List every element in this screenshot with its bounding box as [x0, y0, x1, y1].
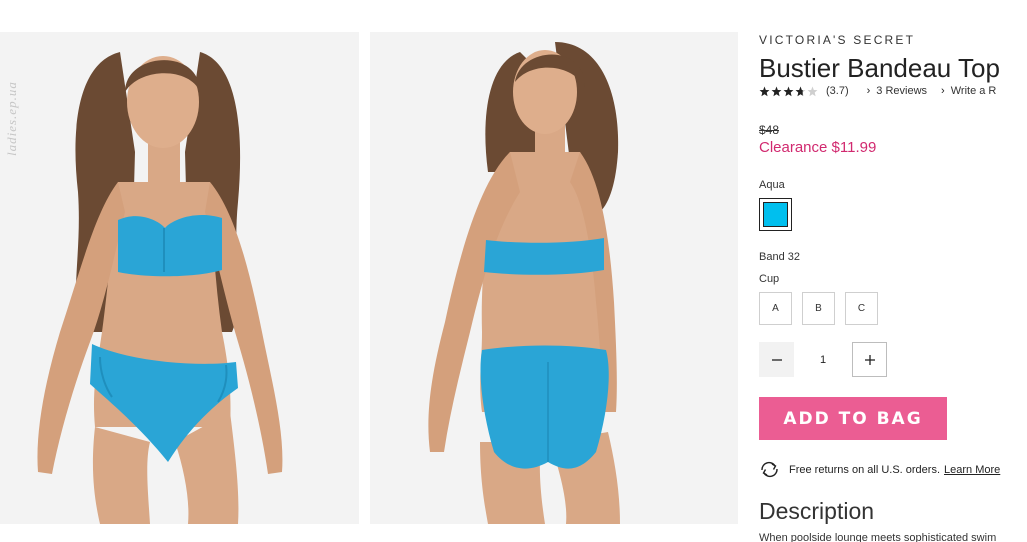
sale-price: Clearance $11.99	[759, 139, 877, 156]
star-empty-icon	[807, 86, 818, 96]
cup-size-selector: A B C	[759, 292, 878, 325]
chevron-right-icon: ›	[941, 85, 945, 97]
minus-icon	[771, 358, 782, 361]
model-back-illustration	[370, 32, 738, 524]
color-swatch-aqua[interactable]	[759, 198, 792, 231]
returns-icon	[761, 461, 778, 478]
color-label: Aqua	[759, 179, 785, 191]
cup-option-c[interactable]: C	[845, 292, 878, 325]
write-review-label: Write a R	[950, 85, 997, 97]
product-image-back[interactable]	[370, 32, 738, 524]
star-partial-icon	[795, 86, 806, 96]
write-review-link[interactable]: › Write a R	[941, 85, 996, 97]
returns-text: Free returns on all U.S. orders.	[789, 463, 941, 476]
rating-value: (3.7)	[826, 85, 849, 97]
description-heading: Description	[759, 498, 875, 524]
quantity-increase-button[interactable]	[852, 342, 887, 377]
star-full-icon	[759, 86, 770, 96]
rating-row: (3.7) › 3 Reviews › Write a R	[759, 85, 1010, 97]
product-image-front[interactable]: ladies.ep.ua	[0, 32, 359, 524]
quantity-value[interactable]: 1	[794, 354, 852, 366]
description-text: When poolside lounge meets sophisticated…	[759, 532, 997, 542]
cup-option-a[interactable]: A	[759, 292, 792, 325]
star-rating[interactable]	[759, 86, 818, 97]
chevron-right-icon: ›	[866, 85, 871, 97]
add-to-bag-button[interactable]: ADD TO BAG	[759, 397, 947, 440]
watermark: ladies.ep.ua	[4, 81, 19, 156]
cup-option-b[interactable]: B	[802, 292, 835, 325]
swatch-fill	[763, 202, 788, 227]
reviews-link-label: 3 Reviews	[876, 85, 928, 97]
product-title: Bustier Bandeau Top	[759, 53, 1000, 83]
learn-more-link[interactable]: Learn More	[944, 464, 1000, 476]
product-info-panel: VICTORIA'S SECRET Bustier Bandeau Top (3…	[759, 0, 1027, 542]
quantity-decrease-button[interactable]	[759, 342, 794, 377]
reviews-link[interactable]: › 3 Reviews	[867, 85, 927, 97]
quantity-stepper: 1	[759, 342, 887, 377]
model-front-illustration	[0, 32, 359, 524]
band-label: Band 32	[759, 251, 800, 263]
original-price: $48	[759, 123, 780, 137]
cup-label: Cup	[759, 273, 780, 285]
star-full-icon	[783, 86, 794, 96]
plus-icon	[864, 354, 875, 365]
brand-name[interactable]: VICTORIA'S SECRET	[759, 33, 915, 47]
star-full-icon	[771, 86, 782, 96]
free-returns-notice: Free returns on all U.S. orders. Learn M…	[759, 461, 1000, 478]
